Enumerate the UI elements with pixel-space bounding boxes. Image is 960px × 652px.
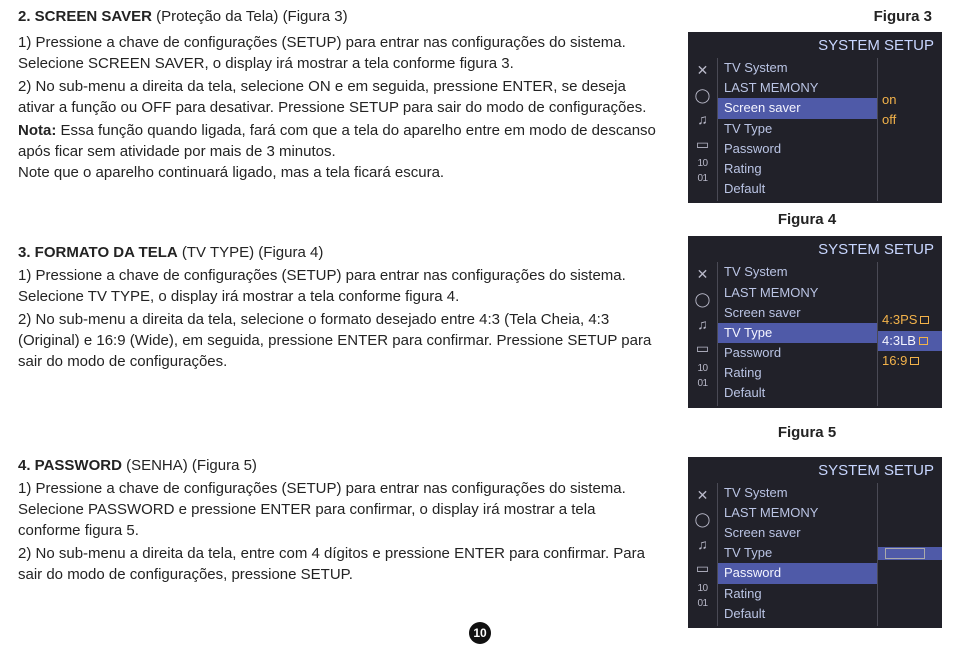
section-2-note-tail: Note que o aparelho continuará ligado, m…: [18, 162, 658, 183]
osd-menu: TV System LAST MEMONY Screen saver TV Ty…: [718, 262, 878, 405]
password-entry-box: [885, 548, 925, 559]
value-43ps: 4:3PS: [882, 310, 938, 330]
speech-icon: ◯: [695, 290, 711, 310]
menu-password: Password: [718, 563, 877, 583]
tools-icon: ✕: [697, 486, 709, 506]
menu-default: Default: [724, 383, 875, 403]
aspect-icon: [910, 357, 919, 365]
section-2-para-2: 2) No sub-menu a direita da tela, seleci…: [18, 76, 658, 118]
menu-tv-type: TV Type: [718, 323, 877, 343]
rect-icon: ▭: [696, 559, 709, 579]
rect-icon: ▭: [696, 339, 709, 359]
tools-icon: ✕: [697, 61, 709, 81]
osd-header: SYSTEM SETUP: [688, 236, 942, 262]
zeroone-icon: 01: [697, 599, 707, 609]
figure-4-label: Figura 4: [672, 209, 942, 230]
osd-menu: TV System LAST MEMONY Screen saver TV Ty…: [718, 58, 878, 201]
figure-3-label: Figura 3: [672, 6, 942, 27]
zeroone-icon: 01: [697, 379, 707, 389]
ten-icon: 10: [697, 364, 707, 374]
osd-values: [878, 483, 942, 626]
menu-rating: Rating: [724, 584, 875, 604]
section-2-title: 2. SCREEN SAVER: [18, 8, 152, 25]
menu-default: Default: [724, 179, 875, 199]
aspect-icon: [920, 316, 929, 324]
osd-values: 4:3PS 4:3LB 16:9: [878, 262, 942, 405]
menu-screen-saver: Screen saver: [724, 523, 875, 543]
music-icon: ♫: [697, 535, 708, 555]
menu-last-memory: LAST MEMONY: [724, 78, 875, 98]
menu-last-memory: LAST MEMONY: [724, 283, 875, 303]
menu-tv-system: TV System: [724, 483, 875, 503]
osd-figure-4: SYSTEM SETUP ✕ ◯ ♫ ▭ 10 01 TV System LAS…: [688, 236, 942, 407]
value-169: 16:9: [882, 351, 938, 371]
speech-icon: ◯: [695, 86, 711, 106]
value-off: off: [882, 110, 938, 130]
menu-last-memory: LAST MEMONY: [724, 503, 875, 523]
section-2-note-label: Nota:: [18, 122, 56, 139]
osd-values: on off: [878, 58, 942, 201]
osd-menu: TV System LAST MEMONY Screen saver TV Ty…: [718, 483, 878, 626]
section-4-para-1: 1) Pressione a chave de configurações (S…: [18, 478, 658, 541]
value-43lb: 4:3LB: [878, 331, 942, 351]
section-4-para-2: 2) No sub-menu a direita da tela, entre …: [18, 543, 658, 585]
tools-icon: ✕: [697, 265, 709, 285]
section-3-title: 3. FORMATO DA TELA: [18, 244, 178, 261]
menu-tv-system: TV System: [724, 58, 875, 78]
menu-tv-type: TV Type: [724, 119, 875, 139]
osd-header: SYSTEM SETUP: [688, 32, 942, 58]
value-password-box: [878, 547, 942, 560]
page-number: 10: [469, 622, 491, 644]
ten-icon: 10: [697, 584, 707, 594]
menu-screen-saver: Screen saver: [724, 303, 875, 323]
menu-password: Password: [724, 139, 875, 159]
speech-icon: ◯: [695, 510, 711, 530]
zeroone-icon: 01: [697, 174, 707, 184]
section-3-para-2: 2) No sub-menu a direita da tela, seleci…: [18, 309, 658, 372]
menu-password: Password: [724, 343, 875, 363]
osd-icon-column: ✕ ◯ ♫ ▭ 10 01: [688, 262, 718, 405]
menu-tv-system: TV System: [724, 262, 875, 282]
section-2-subtitle: (Proteção da Tela) (Figura 3): [152, 8, 348, 25]
menu-screen-saver: Screen saver: [718, 98, 877, 118]
section-2-para-1: 1) Pressione a chave de configurações (S…: [18, 32, 658, 74]
menu-default: Default: [724, 604, 875, 624]
music-icon: ♫: [697, 315, 708, 335]
section-3-subtitle: (TV TYPE) (Figura 4): [178, 244, 324, 261]
osd-icon-column: ✕ ◯ ♫ ▭ 10 01: [688, 483, 718, 626]
osd-figure-3: SYSTEM SETUP ✕ ◯ ♫ ▭ 10 01 TV System LAS…: [688, 32, 942, 203]
osd-figure-5: SYSTEM SETUP ✕ ◯ ♫ ▭ 10 01 TV System LAS…: [688, 457, 942, 628]
ten-icon: 10: [697, 159, 707, 169]
menu-rating: Rating: [724, 159, 875, 179]
aspect-icon: [919, 337, 928, 345]
figure-5-label: Figura 5: [672, 422, 942, 443]
section-4-subtitle: (SENHA) (Figura 5): [122, 457, 257, 474]
section-4-title: 4. PASSWORD: [18, 457, 122, 474]
rect-icon: ▭: [696, 135, 709, 155]
osd-icon-column: ✕ ◯ ♫ ▭ 10 01: [688, 58, 718, 201]
menu-rating: Rating: [724, 363, 875, 383]
music-icon: ♫: [697, 110, 708, 130]
section-3-para-1: 1) Pressione a chave de configurações (S…: [18, 265, 658, 307]
value-on: on: [882, 90, 938, 110]
section-2-note-body: Essa função quando ligada, fará com que …: [18, 122, 656, 160]
osd-header: SYSTEM SETUP: [688, 457, 942, 483]
menu-tv-type: TV Type: [724, 543, 875, 563]
